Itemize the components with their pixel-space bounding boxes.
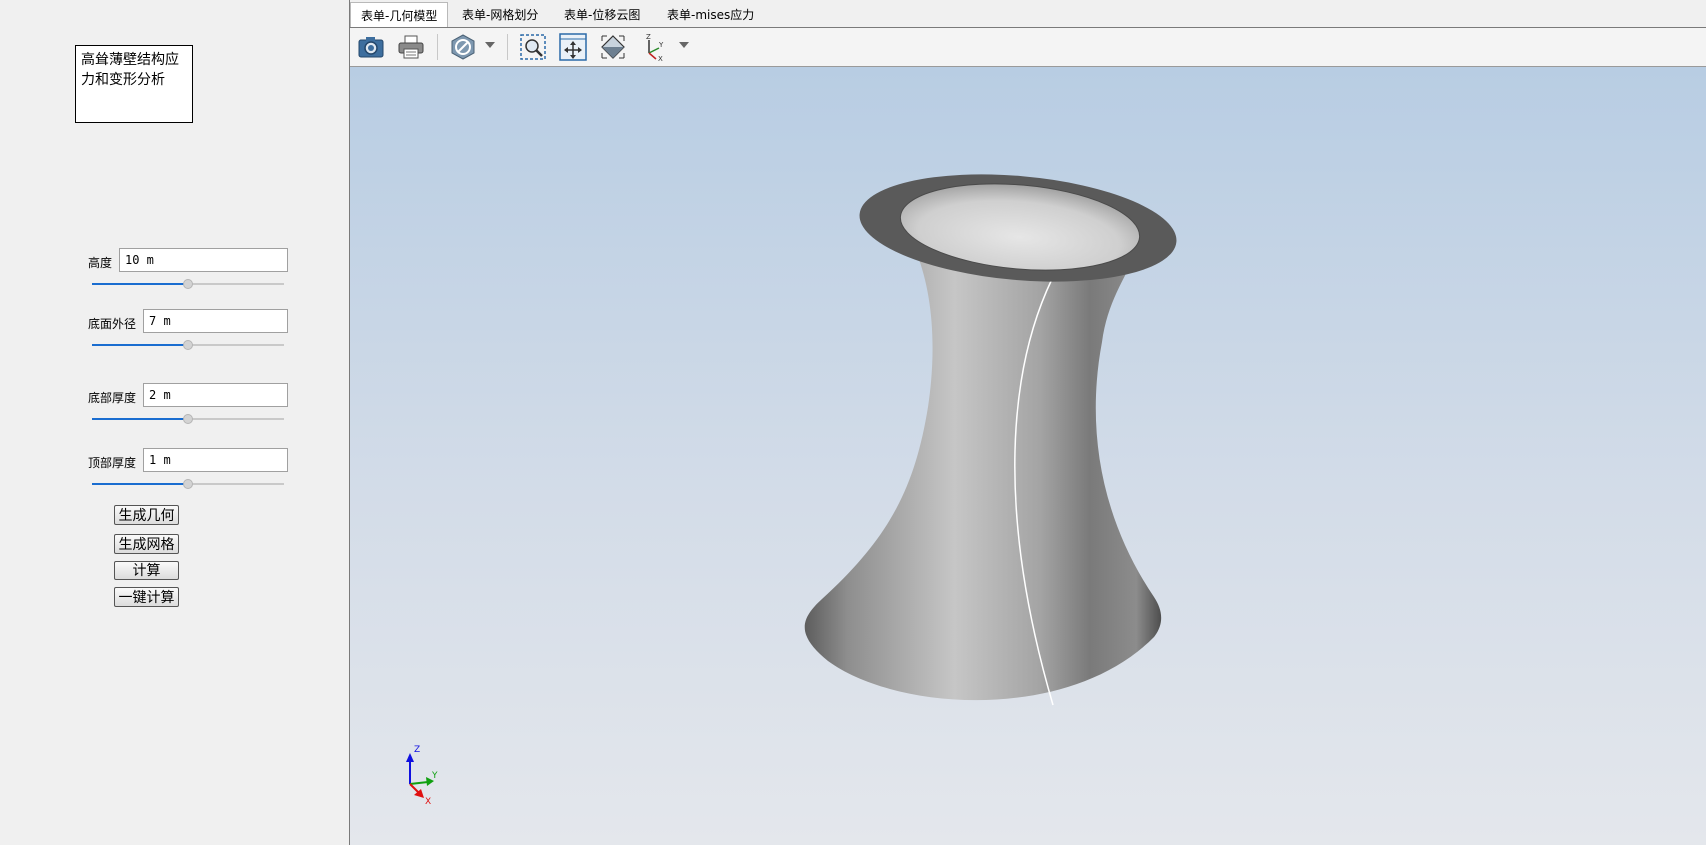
triad-z-label: Z — [414, 745, 420, 755]
outer-diameter-input[interactable]: 7 m — [143, 309, 288, 333]
tab-bar: 表单-几何模型 表单-网格划分 表单-位移云图 表单-mises应力 — [350, 0, 1706, 28]
tab-mises-stress[interactable]: 表单-mises应力 — [657, 4, 764, 27]
slider-thumb[interactable] — [183, 479, 193, 489]
generate-mesh-button[interactable]: 生成网格 — [114, 534, 179, 554]
triad-x-label: X — [425, 797, 431, 807]
height-slider[interactable] — [92, 277, 284, 291]
triad-y-label: Y — [431, 771, 438, 781]
slider-thumb[interactable] — [183, 340, 193, 350]
bottom-thickness-slider[interactable] — [92, 412, 284, 426]
toolbar-separator — [437, 34, 438, 60]
display-mode-icon[interactable] — [448, 33, 478, 61]
app-title: 高耸薄壁结构应力和变形分析 — [81, 52, 179, 88]
display-mode-dropdown-icon[interactable] — [485, 42, 495, 48]
viewer-toolbar: Z Y X — [350, 28, 1706, 67]
tab-mesh[interactable]: 表单-网格划分 — [452, 4, 548, 27]
top-thickness-slider[interactable] — [92, 477, 284, 491]
shell-body — [804, 216, 1162, 701]
app-title-box: 高耸薄壁结构应力和变形分析 — [75, 45, 193, 123]
svg-text:Z: Z — [646, 33, 651, 41]
left-control-panel: 高耸薄壁结构应力和变形分析 高度 10 m 底面外径 7 m 底部厚度 2 m … — [0, 0, 349, 845]
slider-thumb[interactable] — [183, 414, 193, 424]
toolbar-separator — [507, 34, 508, 60]
compute-button[interactable]: 计算 — [114, 561, 179, 580]
slider-fill — [92, 483, 188, 485]
fit-all-icon[interactable] — [558, 33, 588, 61]
tab-geometry-model[interactable]: 表单-几何模型 — [350, 2, 449, 28]
height-input[interactable]: 10 m — [119, 248, 288, 272]
slider-fill — [92, 344, 188, 346]
view-orientation-dropdown-icon[interactable] — [679, 42, 689, 48]
slider-fill — [92, 418, 188, 420]
svg-text:Y: Y — [658, 41, 664, 49]
one-click-compute-button[interactable]: 一键计算 — [114, 587, 179, 607]
view-orientation-icon[interactable]: Z Y X — [638, 33, 668, 61]
outer-diameter-slider[interactable] — [92, 338, 284, 352]
view-cube-icon[interactable] — [598, 33, 628, 61]
svg-text:X: X — [658, 55, 663, 61]
axis-triad: Z Y X — [406, 745, 438, 807]
slider-fill — [92, 283, 188, 285]
slider-thumb[interactable] — [183, 279, 193, 289]
generate-geometry-button[interactable]: 生成几何 — [114, 505, 179, 525]
printer-icon[interactable] — [396, 33, 426, 61]
3d-viewport[interactable]: Z Y X — [350, 67, 1706, 845]
camera-icon[interactable] — [356, 33, 386, 61]
tab-displacement[interactable]: 表单-位移云图 — [554, 4, 650, 27]
outer-diameter-label: 底面外径 — [88, 317, 137, 331]
bottom-thickness-input[interactable]: 2 m — [143, 383, 288, 407]
zoom-window-icon[interactable] — [518, 33, 548, 61]
top-thickness-input[interactable]: 1 m — [143, 448, 288, 472]
bottom-thickness-label: 底部厚度 — [88, 391, 137, 405]
height-label: 高度 — [88, 256, 113, 270]
hyperboloid-model: Z Y X — [406, 174, 1177, 807]
top-thickness-label: 顶部厚度 — [88, 456, 137, 470]
